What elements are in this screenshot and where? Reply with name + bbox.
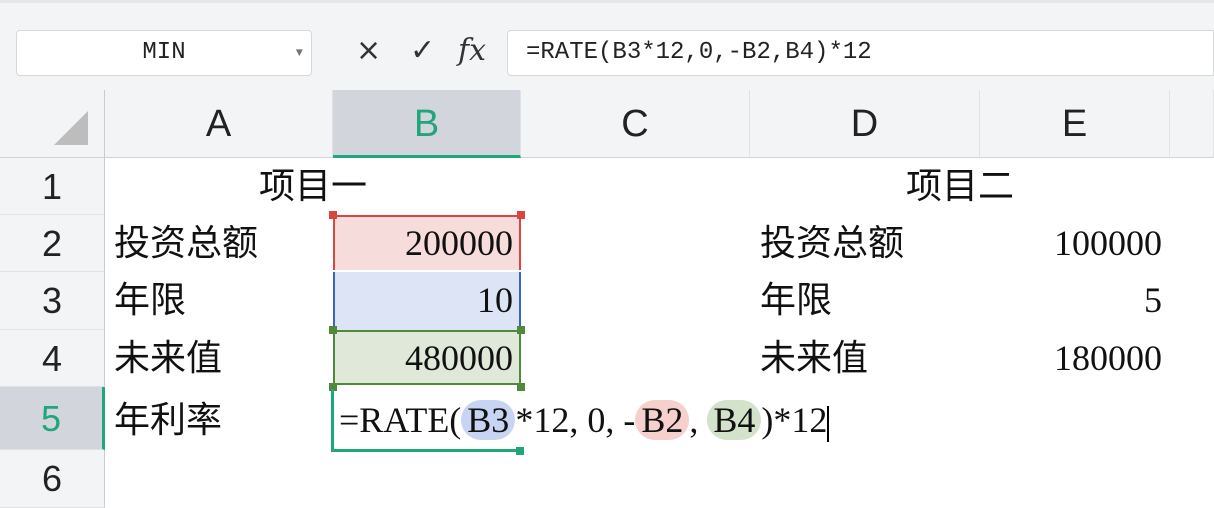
enter-icon[interactable]: ✓: [410, 33, 435, 68]
formula-text: )*12: [761, 400, 828, 440]
formula-toolbar: MIN ▼ × ✓ fx =RATE(B3*12,0,-B2,B4)*12: [0, 0, 1214, 90]
cell-e2[interactable]: 100000: [980, 215, 1170, 272]
cell-a1[interactable]: 项目一: [105, 158, 521, 215]
cell-a5[interactable]: 年利率: [114, 392, 222, 449]
ref-token-b4: B4: [707, 400, 762, 440]
col-header-a[interactable]: A: [105, 90, 333, 158]
name-box-value: MIN: [142, 39, 186, 66]
cell-d3[interactable]: 年限: [760, 272, 832, 329]
col-header-f[interactable]: [1170, 90, 1214, 158]
row-header-1[interactable]: 1: [0, 158, 105, 215]
cell-d2[interactable]: 投资总额: [760, 215, 904, 272]
ref-token-b2: B2: [635, 400, 690, 440]
row-header-2[interactable]: 2: [0, 215, 105, 272]
col-header-e[interactable]: E: [980, 90, 1170, 158]
cell-e4[interactable]: 180000: [980, 330, 1170, 387]
fx-icon[interactable]: fx: [458, 33, 486, 68]
cell-a4[interactable]: 未来值: [114, 330, 222, 387]
formula-input[interactable]: =RATE(B3*12,0,-B2,B4)*12: [507, 30, 1214, 76]
cell-b5-editor[interactable]: =RATE(B3 *12, 0, - B2, B4)*12: [339, 392, 830, 449]
text-cursor: [827, 405, 830, 442]
ref-token-b3: B3: [461, 400, 516, 440]
row-header-6[interactable]: 6: [0, 450, 105, 508]
select-all-corner[interactable]: [0, 90, 105, 158]
row-header-4[interactable]: 4: [0, 330, 105, 387]
name-box[interactable]: MIN ▼: [16, 30, 312, 76]
formula-text: *12, 0, -: [515, 400, 636, 440]
formula-text: ,: [689, 400, 699, 440]
cell-b2[interactable]: 200000: [333, 215, 521, 272]
row-header-3[interactable]: 3: [0, 272, 105, 330]
col-header-d[interactable]: D: [750, 90, 980, 158]
formula-text: =RATE(: [339, 400, 462, 440]
col-header-c[interactable]: C: [521, 90, 750, 158]
row-header-5[interactable]: 5: [0, 387, 105, 450]
cell-a3[interactable]: 年限: [114, 272, 186, 329]
chevron-down-icon[interactable]: ▼: [296, 31, 303, 75]
cell-b3[interactable]: 10: [333, 272, 521, 329]
cell-b4[interactable]: 480000: [333, 330, 521, 387]
cell-d1[interactable]: 项目二: [750, 158, 1170, 215]
cell-d4[interactable]: 未来值: [760, 330, 868, 387]
cancel-icon[interactable]: ×: [356, 33, 381, 68]
col-header-b[interactable]: B: [333, 90, 521, 158]
cell-a2[interactable]: 投资总额: [114, 215, 258, 272]
cell-e3[interactable]: 5: [980, 272, 1170, 329]
